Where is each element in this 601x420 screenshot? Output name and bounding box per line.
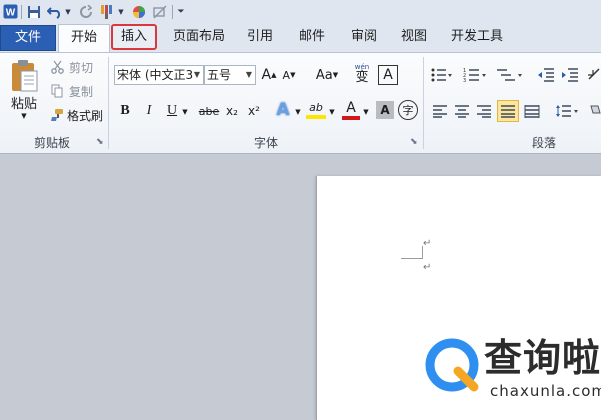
- svg-text:3: 3: [463, 78, 466, 83]
- subscript-button[interactable]: x₂: [222, 101, 242, 121]
- undo-dropdown-icon[interactable]: ▼: [64, 3, 72, 20]
- watermark-url: chaxunla.com: [490, 382, 601, 400]
- numbering-button[interactable]: 123: [462, 65, 488, 85]
- format-painter-brush-icon: [48, 107, 64, 123]
- paste-dropdown-icon[interactable]: ▼: [18, 111, 30, 121]
- color-wheel-icon[interactable]: [131, 3, 147, 20]
- tab-home[interactable]: 开始: [58, 24, 110, 52]
- italic-button[interactable]: I: [140, 101, 158, 121]
- distributed-button[interactable]: [522, 101, 542, 121]
- paragraph-mark-icon: ↵: [423, 238, 432, 249]
- align-right-button[interactable]: [474, 101, 494, 121]
- font-color-dropdown-icon[interactable]: ▼: [362, 103, 370, 121]
- multilevel-list-button[interactable]: [496, 65, 524, 85]
- enclose-characters-button[interactable]: 字: [398, 100, 418, 120]
- grow-font-button[interactable]: A ▲: [260, 65, 278, 85]
- paste-icon[interactable]: [8, 57, 40, 95]
- undo-icon[interactable]: [46, 3, 64, 20]
- redo-icon[interactable]: [78, 3, 94, 20]
- highlight-icon: ab: [309, 101, 323, 114]
- character-border-button[interactable]: A: [378, 65, 398, 85]
- align-left-button[interactable]: [430, 101, 450, 121]
- text-effects-dropdown-icon[interactable]: ▼: [294, 103, 302, 121]
- bold-button[interactable]: B: [116, 101, 134, 121]
- bullets-button[interactable]: [430, 65, 454, 85]
- svg-text:W: W: [5, 8, 15, 19]
- align-center-button[interactable]: [452, 101, 472, 121]
- crop-mark-horizontal: [401, 258, 423, 259]
- tab-developer[interactable]: 开发工具: [446, 24, 508, 50]
- ribbon-home: 粘贴 ▼ 剪切 复制 格式刷 剪贴板 ⬊ 宋体 (中文正3 ▼ 五号 ▼ A ▲ …: [0, 52, 601, 154]
- clipboard-group-label: 剪贴板: [33, 136, 70, 150]
- tab-insert[interactable]: 插入: [111, 24, 157, 50]
- format-painter-icon[interactable]: [98, 3, 116, 20]
- increase-indent-button[interactable]: [560, 65, 580, 85]
- chaxunla-logo-icon: [424, 337, 482, 395]
- paragraph-mark-icon: ↵: [423, 262, 432, 273]
- customize-toolbar-icon[interactable]: ⏷: [176, 3, 186, 20]
- format-painter-button[interactable]: 格式刷: [66, 107, 104, 123]
- phonetic-guide-button[interactable]: wén 变: [350, 61, 374, 87]
- shrink-font-icon: A: [282, 68, 291, 82]
- phonetic-guide-icon: 变: [355, 70, 369, 85]
- character-shading-button[interactable]: A: [376, 101, 394, 119]
- tab-review[interactable]: 审阅: [344, 24, 384, 50]
- highlight-button[interactable]: ab: [304, 99, 328, 121]
- font-name-combo[interactable]: 宋体 (中文正3 ▼: [114, 65, 204, 85]
- clipboard-launcher-icon[interactable]: ⬊: [96, 137, 104, 147]
- underline-button[interactable]: U: [164, 101, 180, 121]
- copy-icon: [50, 83, 64, 99]
- font-group-label: 字体: [253, 136, 278, 150]
- tab-file[interactable]: 文件: [0, 25, 56, 51]
- tab-mailings[interactable]: 邮件: [292, 24, 332, 50]
- font-size-value: 五号: [207, 68, 232, 82]
- cut-button[interactable]: 剪切: [66, 59, 96, 75]
- font-color-button[interactable]: A: [340, 99, 362, 121]
- no-edit-icon[interactable]: [152, 3, 168, 20]
- highlight-dropdown-icon[interactable]: ▼: [328, 103, 336, 121]
- paragraph-group-label: 段落: [531, 136, 556, 150]
- tab-view[interactable]: 视图: [394, 24, 434, 50]
- grow-font-icon: A: [261, 67, 272, 83]
- shading-button[interactable]: [588, 101, 601, 121]
- save-icon[interactable]: [26, 3, 42, 20]
- font-launcher-icon[interactable]: ⬊: [410, 137, 418, 147]
- decrease-indent-button[interactable]: [536, 65, 556, 85]
- watermark-name: 查询啦: [484, 336, 601, 380]
- tab-page-layout[interactable]: 页面布局: [168, 24, 230, 50]
- word-icon[interactable]: W: [2, 3, 18, 20]
- paste-button[interactable]: 粘贴: [4, 93, 44, 112]
- quick-access-toolbar: W ▼ ▼ ⏷: [0, 0, 601, 25]
- font-name-value: 宋体 (中文正3: [117, 68, 194, 82]
- change-case-icon: Aa: [315, 67, 333, 83]
- line-spacing-button[interactable]: [554, 101, 580, 121]
- font-size-dropdown-icon[interactable]: ▼: [244, 66, 254, 84]
- font-color-icon: A: [346, 99, 356, 116]
- shrink-font-button[interactable]: A ▼: [280, 65, 298, 85]
- ribbon-tabs: 文件 开始 插入 页面布局 引用 邮件 审阅 视图 开发工具: [0, 24, 601, 52]
- tab-references[interactable]: 引用: [240, 24, 280, 50]
- chinese-layout-button[interactable]: [586, 65, 601, 85]
- text-effects-button[interactable]: A: [272, 99, 294, 121]
- change-case-button[interactable]: Aa ▼: [312, 65, 342, 85]
- underline-dropdown-icon[interactable]: ▼: [180, 103, 190, 121]
- format-painter-dropdown-icon[interactable]: ▼: [117, 3, 125, 20]
- superscript-button[interactable]: x²: [244, 101, 264, 121]
- cut-icon: [50, 59, 64, 75]
- font-name-dropdown-icon[interactable]: ▼: [192, 66, 202, 84]
- copy-button[interactable]: 复制: [66, 83, 96, 99]
- justify-button[interactable]: [497, 100, 519, 122]
- strikethrough-button[interactable]: abe: [196, 101, 222, 121]
- font-size-combo[interactable]: 五号 ▼: [204, 65, 256, 85]
